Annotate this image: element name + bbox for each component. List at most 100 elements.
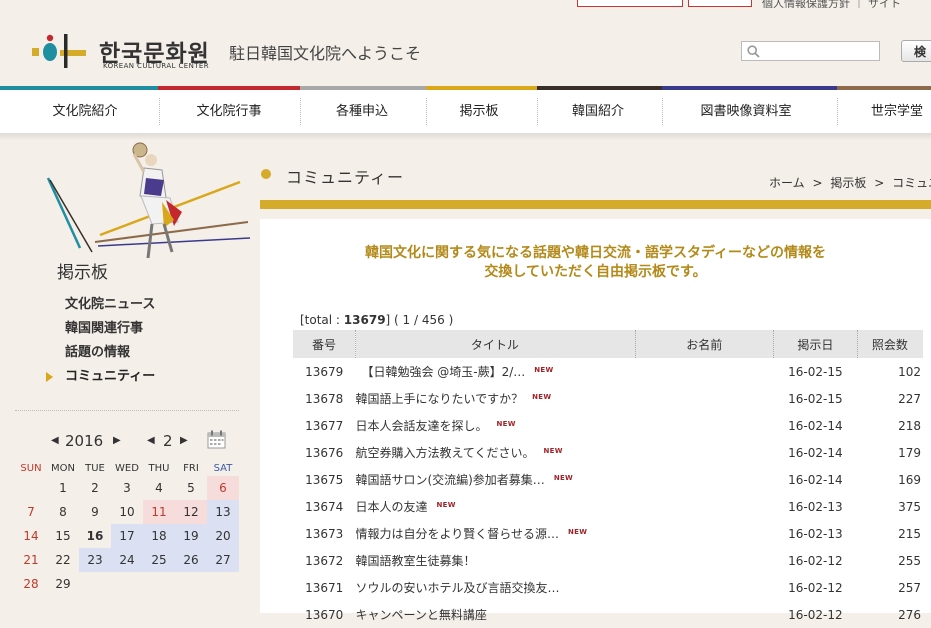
calendar-day[interactable]: 23	[79, 548, 111, 572]
breadcrumb-home[interactable]: ホーム	[769, 176, 805, 190]
post-title-link[interactable]: 韓国語教室生徒募集！	[355, 554, 475, 568]
post-title-link[interactable]: ソウルの安いホテル及び言語交換友…	[355, 581, 559, 595]
sidebar-item-community[interactable]: コミュニティー	[46, 369, 155, 393]
next-year-icon[interactable]: ▶	[113, 435, 121, 446]
column-header-name: お名前	[635, 330, 774, 358]
post-author	[635, 547, 773, 574]
post-title-cell[interactable]: 韓国語上手になりたいですか？ NEW	[355, 385, 635, 412]
post-title-link[interactable]: 情報力は自分をより賢く督らせる源…	[355, 527, 559, 541]
prev-month-icon[interactable]: ◀	[147, 435, 155, 446]
calendar-day[interactable]: 1	[47, 476, 79, 500]
next-month-icon[interactable]: ▶	[180, 435, 188, 446]
calendar-day[interactable]: 2	[79, 476, 111, 500]
post-title-link[interactable]: 【日韓勉強会 @埼玉-蕨】2/…	[355, 365, 525, 379]
table-row[interactable]: 13679 【日韓勉強会 @埼玉-蕨】2/… NEW 16-02-15 102	[293, 358, 923, 385]
new-badge: NEW	[534, 366, 554, 374]
weekday-label: MON	[51, 462, 75, 474]
calendar-week: 14 15 16 17 18 19 20	[15, 524, 239, 548]
calendar-day[interactable]: 11	[143, 500, 175, 524]
calendar-day[interactable]: 29	[47, 572, 79, 596]
active-marker-icon	[46, 372, 53, 382]
calendar-day[interactable]: 25	[143, 548, 175, 572]
breadcrumb-board[interactable]: 掲示板	[830, 176, 866, 190]
prev-year-icon[interactable]: ◀	[51, 435, 59, 446]
post-title-link[interactable]: 日本人会話友達を探し。	[355, 419, 487, 433]
nav-item-sejong[interactable]: 世宗学堂	[837, 90, 931, 133]
calendar-day[interactable]: 15	[47, 524, 79, 548]
weekday-label: TUE	[85, 462, 105, 474]
post-title-link[interactable]: 韓国語サロン(交流編)参加者募集…	[355, 473, 544, 487]
nav-item-korea[interactable]: 韓国紹介	[537, 90, 659, 133]
post-date: 16-02-12	[788, 580, 843, 595]
calendar-day[interactable]: 28	[15, 572, 47, 596]
calendar-day[interactable]: 24	[111, 548, 143, 572]
new-badge: NEW	[567, 528, 588, 536]
calendar-day[interactable]: 12	[175, 500, 207, 524]
post-title-cell[interactable]: 韓国語サロン(交流編)参加者募集… NEW	[355, 466, 635, 493]
logo-mark-icon[interactable]	[28, 32, 92, 70]
calendar-day[interactable]: 5	[175, 476, 207, 500]
sidebar-item-korea-events[interactable]: 韓国関連行事	[65, 321, 155, 345]
breadcrumb-separator: >	[812, 176, 823, 190]
post-title-cell[interactable]: 日本人会話友達を探し。 NEW	[355, 412, 635, 439]
table-row[interactable]: 13670 キャンペーンと無料講座 16-02-12 276	[293, 601, 923, 628]
table-row[interactable]: 13676 航空券購入方法教えてください。 NEW 16-02-14 179	[293, 439, 923, 466]
calendar-day-today[interactable]: 16	[79, 524, 111, 548]
search-input[interactable]	[741, 41, 880, 61]
calendar-day[interactable]: 21	[15, 548, 47, 572]
nav-item-board[interactable]: 掲示板	[426, 90, 532, 133]
table-row[interactable]: 13673 情報力は自分をより賢く督らせる源… NEW 16-02-13 215	[293, 520, 923, 547]
calendar-day[interactable]: 26	[175, 548, 207, 572]
post-author	[635, 601, 773, 628]
nav-item-events[interactable]: 文化院行事	[159, 90, 299, 133]
table-row[interactable]: 13671 ソウルの安いホテル及び言語交換友… 16-02-12 257	[293, 574, 923, 601]
calendar-day[interactable]: 9	[79, 500, 111, 524]
post-title-cell[interactable]: 韓国語教室生徒募集！	[355, 547, 635, 574]
calendar-day[interactable]: 18	[143, 524, 175, 548]
top-link-chip[interactable]	[577, 0, 683, 7]
post-title-cell[interactable]: キャンペーンと無料講座	[355, 601, 635, 628]
calendar-day[interactable]: 7	[15, 500, 47, 524]
nav-item-library[interactable]: 図書映像資料室	[662, 90, 830, 133]
table-row[interactable]: 13674 日本人の友達 NEW 16-02-13 375	[293, 493, 923, 520]
nav-item-applications[interactable]: 各種申込	[300, 90, 424, 133]
sidebar-item-culture-news[interactable]: 文化院ニュース	[65, 297, 155, 321]
post-title-link[interactable]: 韓国語上手になりたいですか？	[355, 392, 523, 406]
table-row[interactable]: 13672 韓国語教室生徒募集！ 16-02-12 255	[293, 547, 923, 574]
post-title-cell[interactable]: 日本人の友達 NEW	[355, 493, 635, 520]
calendar-day[interactable]: 27	[207, 548, 239, 572]
post-views: 102	[898, 364, 921, 379]
calendar-day[interactable]: 22	[47, 548, 79, 572]
post-title-cell[interactable]: ソウルの安いホテル及び言語交換友…	[355, 574, 635, 601]
post-title-cell[interactable]: 情報力は自分をより賢く督らせる源… NEW	[355, 520, 635, 547]
calendar-day[interactable]: 14	[15, 524, 47, 548]
post-title-link[interactable]: 航空券購入方法教えてください。	[355, 446, 534, 460]
calendar-day[interactable]: 13	[207, 500, 239, 524]
post-views: 218	[898, 418, 921, 433]
top-link-chip[interactable]	[688, 0, 752, 7]
post-title-link[interactable]: 日本人の友達	[355, 500, 427, 514]
calendar-day[interactable]: 4	[143, 476, 175, 500]
calendar-day[interactable]: 6	[207, 476, 239, 500]
calendar-day[interactable]: 20	[207, 524, 239, 548]
calendar-icon[interactable]	[207, 430, 226, 449]
post-title-link[interactable]: キャンペーンと無料講座	[355, 608, 486, 622]
calendar-day[interactable]: 19	[175, 524, 207, 548]
calendar-day[interactable]: 10	[111, 500, 143, 524]
search-button[interactable]: 検	[901, 40, 931, 62]
table-row[interactable]: 13678 韓国語上手になりたいですか？ NEW 16-02-15 227	[293, 385, 923, 412]
sidebar-item-topics[interactable]: 話題の情報	[65, 345, 155, 369]
post-views: 179	[898, 445, 921, 460]
post-title-cell[interactable]: 【日韓勉強会 @埼玉-蕨】2/… NEW	[355, 358, 635, 385]
nav-item-about[interactable]: 文化院紹介	[0, 90, 170, 133]
post-author	[635, 466, 773, 493]
table-row[interactable]: 13675 韓国語サロン(交流編)参加者募集… NEW 16-02-14 169	[293, 466, 923, 493]
post-title-cell[interactable]: 航空券購入方法教えてください。 NEW	[355, 439, 635, 466]
calendar-day[interactable]: 3	[111, 476, 143, 500]
table-row[interactable]: 13677 日本人会話友達を探し。 NEW 16-02-14 218	[293, 412, 923, 439]
calendar-day[interactable]: 8	[47, 500, 79, 524]
post-number: 13672	[305, 553, 344, 568]
calendar-day[interactable]: 17	[111, 524, 143, 548]
post-author	[635, 574, 773, 601]
post-number: 13679	[305, 364, 344, 379]
